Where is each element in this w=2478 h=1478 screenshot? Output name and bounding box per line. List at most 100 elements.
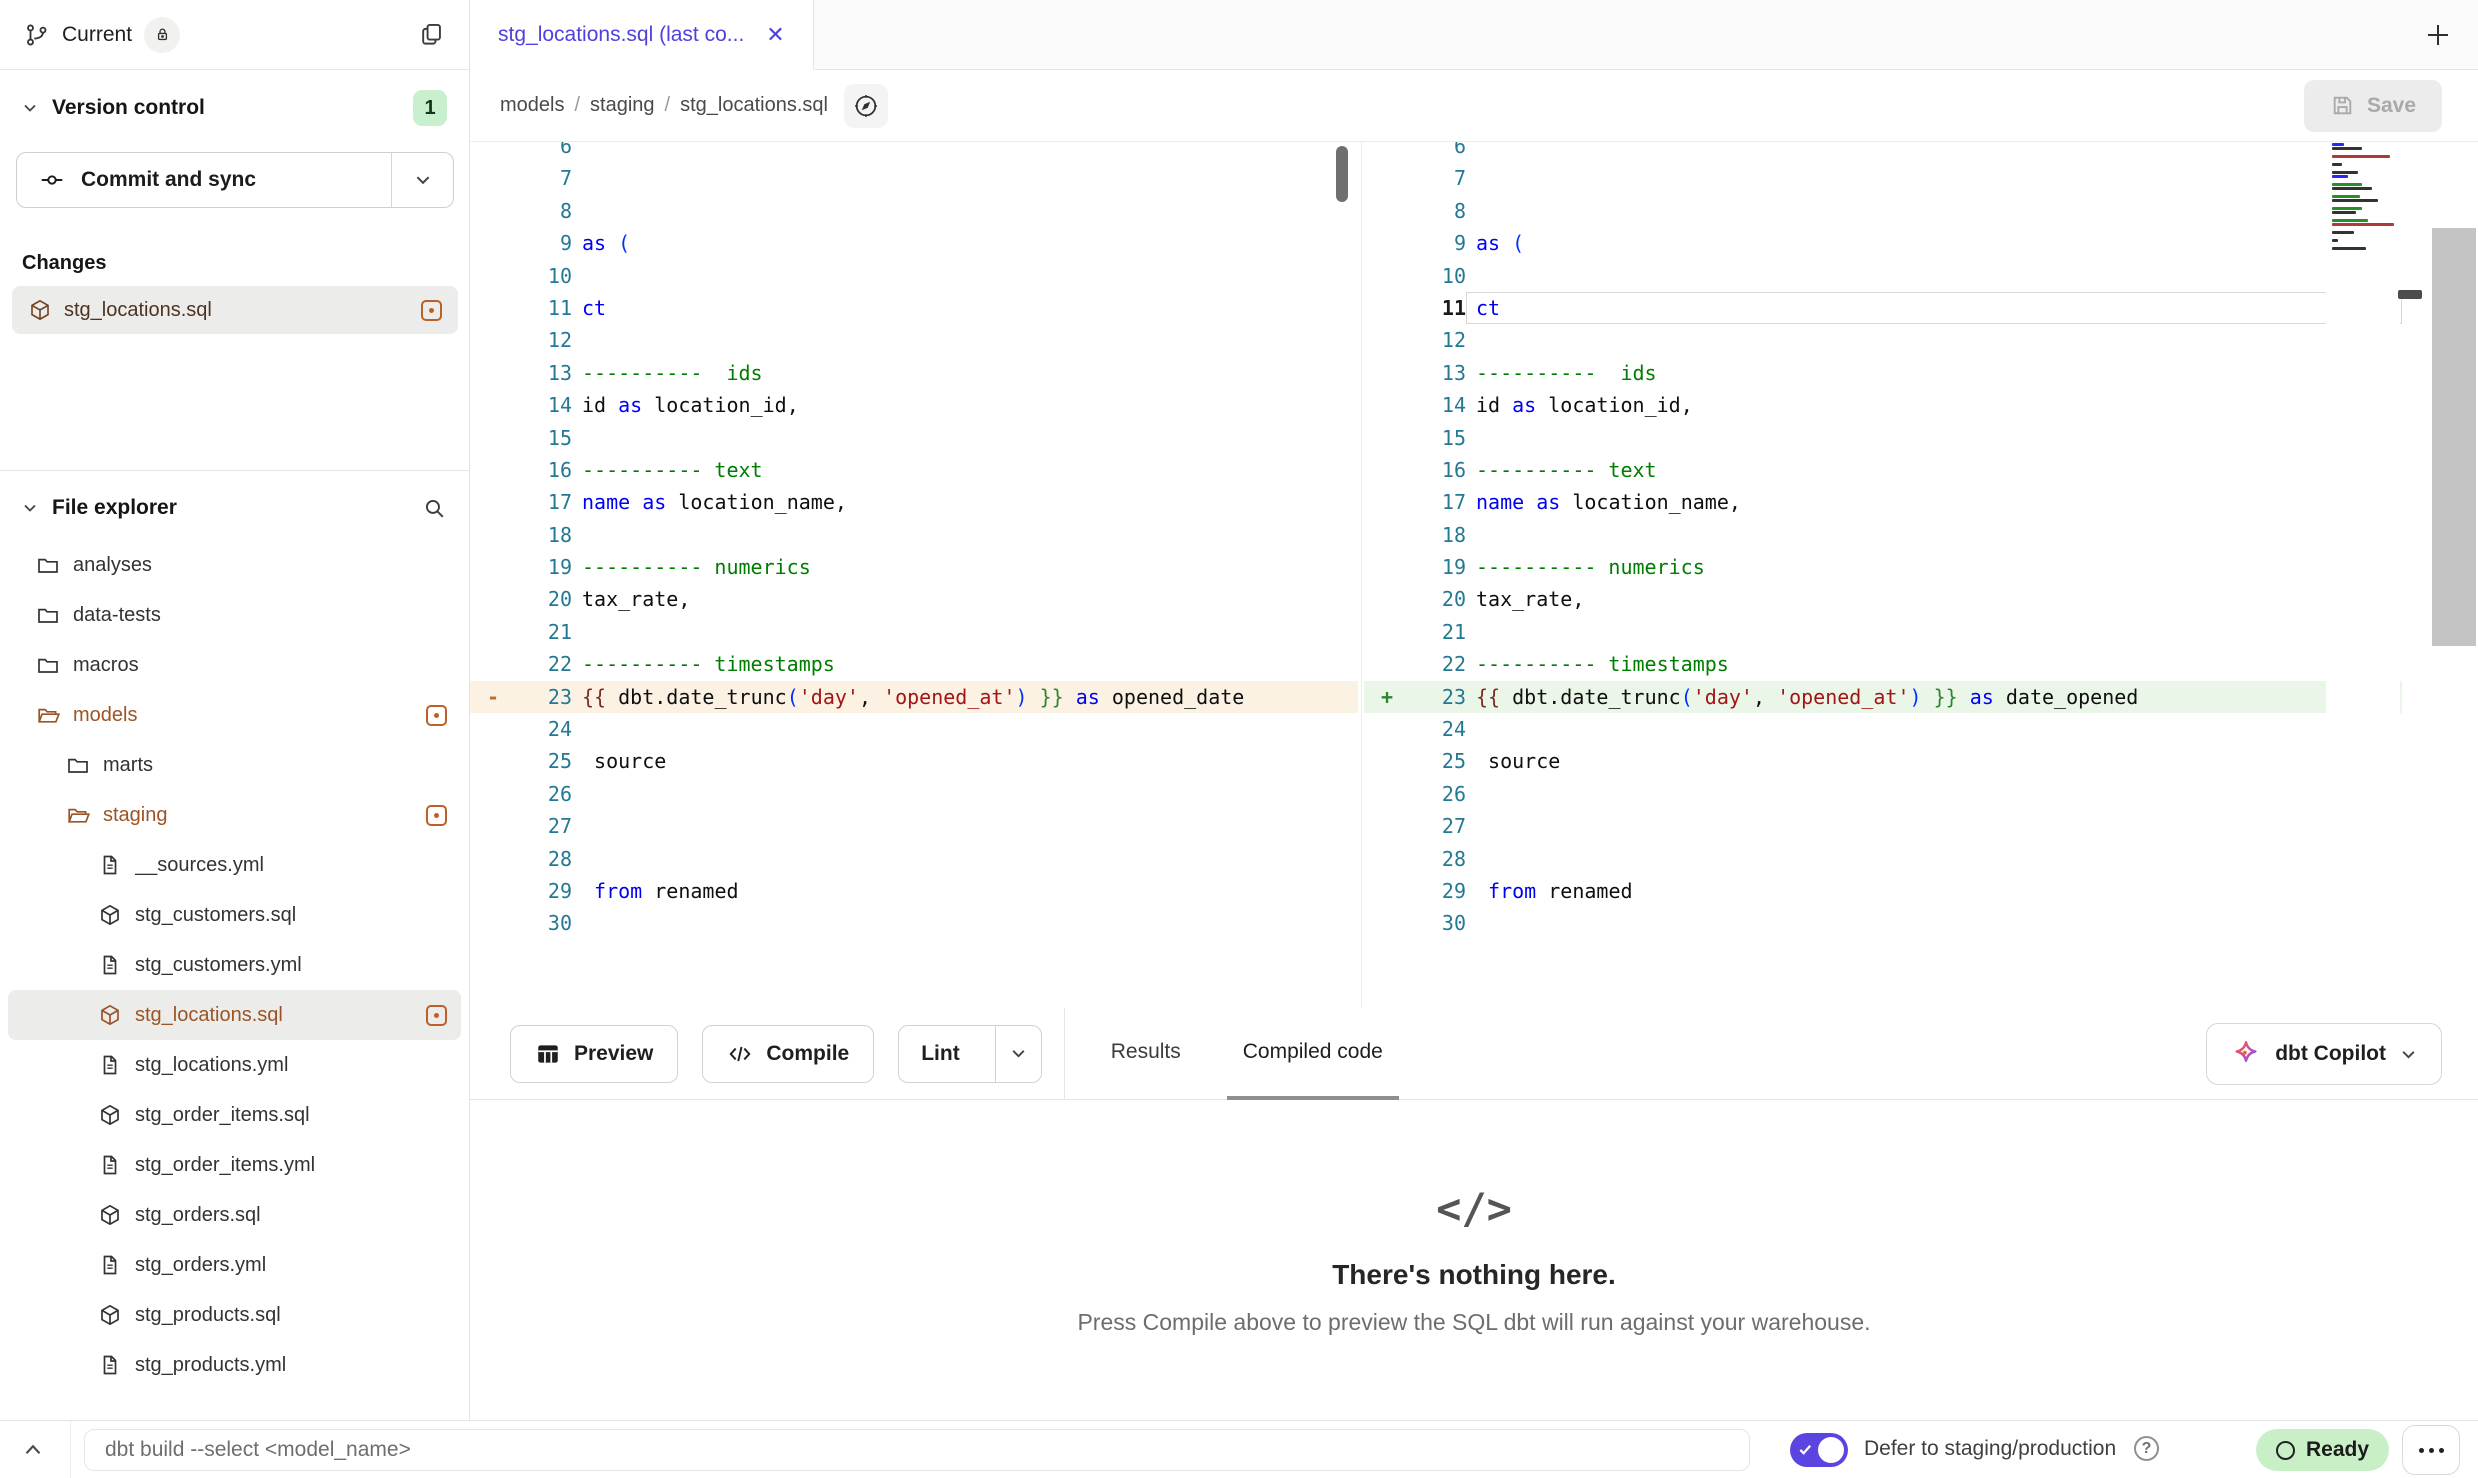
defer-label: Defer to staging/production [1864, 1437, 2116, 1461]
gutter [470, 227, 516, 259]
branch-selector[interactable]: Current [0, 0, 469, 70]
file-tree-item-stg-order-items-sql[interactable]: stg_order_items.sql [8, 1090, 461, 1140]
code-line-original-12: 12 [470, 324, 1358, 356]
breadcrumb-models[interactable]: models [500, 94, 564, 117]
commit-and-sync-button[interactable]: Commit and sync [16, 152, 454, 208]
breadcrumb-row: models / staging / stg_locations.sql Sav… [470, 70, 2478, 142]
lint-button[interactable]: Lint [898, 1025, 1041, 1083]
gutter [470, 551, 516, 583]
file-tree-item-stg-orders-sql[interactable]: stg_orders.sql [8, 1190, 461, 1240]
version-control-section-header[interactable]: Version control 1 [0, 86, 469, 130]
code-line-original-11: 11ct [470, 292, 1358, 324]
line-content: ct [1466, 292, 2402, 324]
code-line-original-13: 13---------- ids [470, 357, 1358, 389]
gutter [470, 486, 516, 518]
code-line-modified-27: 27 [1364, 810, 2402, 842]
changed-file-row[interactable]: stg_locations.sql [12, 286, 458, 334]
folder-icon [36, 653, 60, 677]
help-icon[interactable]: ? [2134, 1436, 2159, 1461]
file-tree-item-label: staging [103, 804, 413, 827]
folder-icon [36, 603, 60, 627]
gutter [470, 195, 516, 227]
dbt-copilot-button[interactable]: dbt Copilot [2206, 1023, 2442, 1085]
editor-vertical-scrollbar[interactable] [2432, 228, 2476, 646]
file-tree-item-macros[interactable]: macros [8, 640, 461, 690]
line-content: {{ dbt.date_trunc('day', 'opened_at') }}… [1466, 681, 2402, 713]
duplicate-files-icon[interactable] [418, 21, 445, 48]
breadcrumb-file[interactable]: stg_locations.sql [680, 94, 828, 117]
file-tree-item-stg-products-sql[interactable]: stg_products.sql [8, 1290, 461, 1340]
line-number: 30 [1410, 907, 1466, 939]
compile-button[interactable]: Compile [702, 1025, 874, 1083]
gutter [1364, 648, 1410, 680]
line-number: 8 [1410, 195, 1466, 227]
tab-close-icon[interactable]: ✕ [766, 22, 784, 48]
file-tree-item-label: analyses [73, 554, 447, 577]
file-tree-item-stg-order-items-yml[interactable]: stg_order_items.yml [8, 1140, 461, 1190]
preview-button[interactable]: Preview [510, 1025, 678, 1083]
code-line-original-27: 27 [470, 810, 1358, 842]
command-input[interactable]: dbt build --select <model_name> [84, 1429, 1750, 1471]
diff-editor-modified-pane[interactable]: 6789as (1011ct1213---------- ids14id as … [1364, 142, 2402, 1008]
save-button[interactable]: Save [2304, 80, 2442, 132]
file-tree-item-stg-customers-yml[interactable]: stg_customers.yml [8, 940, 461, 990]
editor-minimap[interactable] [2326, 142, 2400, 1008]
new-tab-button[interactable] [2420, 17, 2456, 53]
file-tree-item--sources-yml[interactable]: __sources.yml [8, 840, 461, 890]
dbt-copilot-icon [2231, 1039, 2261, 1069]
line-number: 11 [516, 292, 572, 324]
file-tree-item-staging[interactable]: staging [8, 790, 461, 840]
code-line-original-23: -23{{ dbt.date_trunc('day', 'opened_at')… [470, 681, 1358, 713]
file-tree-item-stg-locations-sql[interactable]: stg_locations.sql [8, 990, 461, 1040]
diff-removed-marker: - [470, 681, 516, 713]
code-line-original-18: 18 [470, 519, 1358, 551]
chevron-down-icon [22, 100, 38, 116]
breadcrumb-staging[interactable]: staging [590, 94, 655, 117]
file-tree-item-stg-products-yml[interactable]: stg_products.yml [8, 1340, 461, 1390]
gutter [470, 142, 516, 162]
line-number: 17 [516, 486, 572, 518]
code-line-original-9: 9as ( [470, 227, 1358, 259]
file-tree-item-marts[interactable]: marts [8, 740, 461, 790]
gutter [470, 324, 516, 356]
git-commit-icon [39, 167, 65, 193]
line-content: ---------- ids [1466, 357, 2402, 389]
code-line-modified-13: 13---------- ids [1364, 357, 2402, 389]
diff-editor-original-pane[interactable]: 6789as (1011ct1213---------- ids14id as … [470, 142, 1358, 1008]
results-toolbar: Preview Compile Lint Results Compiled co… [470, 1008, 2478, 1100]
empty-state-title: There's nothing here. [1332, 1259, 1616, 1291]
lint-options-caret[interactable] [995, 1026, 1041, 1082]
diff-editor-sash[interactable] [1361, 142, 1362, 1008]
file-tree-item-stg-orders-yml[interactable]: stg_orders.yml [8, 1240, 461, 1290]
status-badge[interactable]: Ready [2256, 1429, 2389, 1471]
file-tree-item-label: stg_products.sql [135, 1304, 447, 1327]
line-number: 10 [1410, 260, 1466, 292]
line-number: 16 [516, 454, 572, 486]
file-explorer-title: File explorer [52, 496, 177, 520]
gutter [1364, 778, 1410, 810]
defer-toggle[interactable] [1790, 1433, 1848, 1467]
tab-compiled-code[interactable]: Compiled code [1227, 1008, 1399, 1100]
file-tree-item-data-tests[interactable]: data-tests [8, 590, 461, 640]
tab-stg-locations[interactable]: stg_locations.sql (last co... ✕ [470, 0, 814, 70]
file-tree-item-stg-locations-yml[interactable]: stg_locations.yml [8, 1040, 461, 1090]
file-tree-item-stg-customers-sql[interactable]: stg_customers.sql [8, 890, 461, 940]
line-number: 8 [516, 195, 572, 227]
line-content: ---------- timestamps [572, 648, 1358, 680]
plus-icon [2423, 20, 2453, 50]
search-icon[interactable] [422, 496, 447, 521]
line-number: 18 [516, 519, 572, 551]
tab-results[interactable]: Results [1095, 1008, 1197, 1100]
commit-options-caret[interactable] [391, 153, 453, 207]
left-pane-scrollbar-thumb[interactable] [1336, 146, 1348, 202]
file-explorer-section-header[interactable]: File explorer [0, 486, 469, 530]
collapse-panel-chevron[interactable] [20, 1437, 46, 1463]
model-icon [98, 1303, 122, 1327]
code-line-modified-30: 30 [1364, 907, 2402, 939]
gutter [1364, 324, 1410, 356]
file-tree-item-models[interactable]: models [8, 690, 461, 740]
lineage-button[interactable] [844, 84, 888, 128]
code-line-original-28: 28 [470, 843, 1358, 875]
file-tree-item-analyses[interactable]: analyses [8, 540, 461, 590]
more-options-button[interactable] [2402, 1425, 2460, 1475]
